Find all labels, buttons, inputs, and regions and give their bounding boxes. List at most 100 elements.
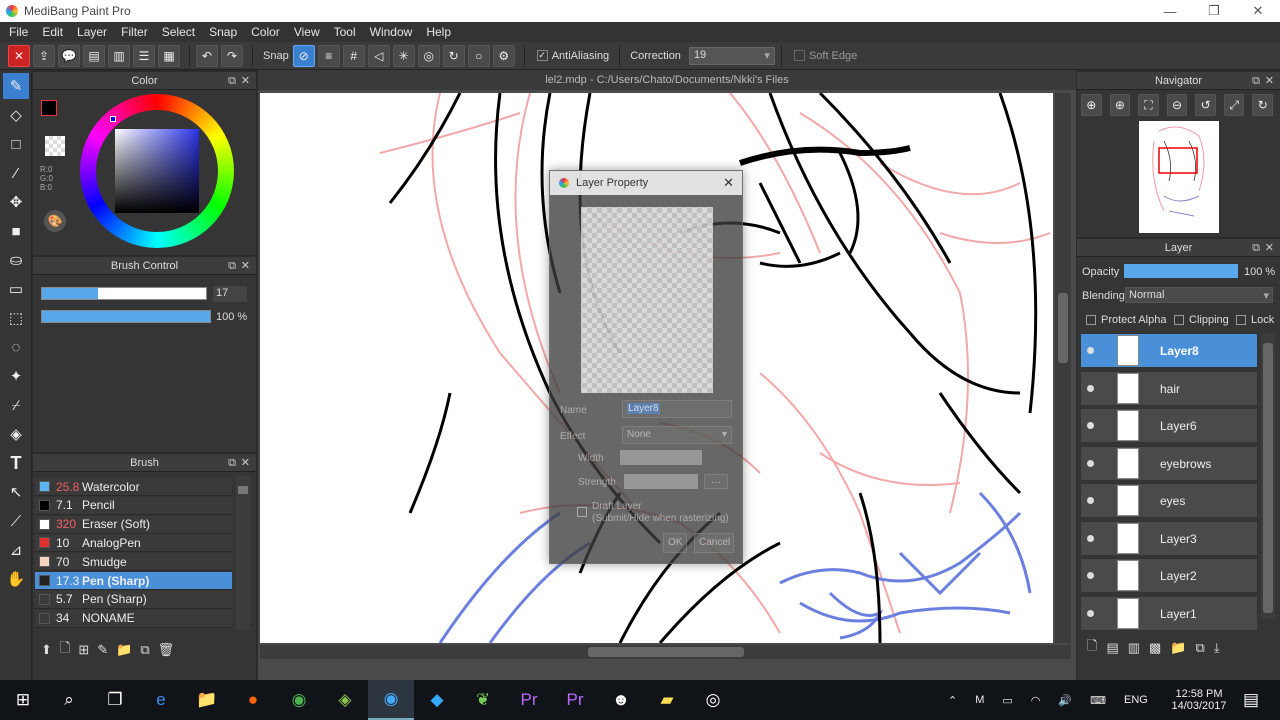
brush-item[interactable]: 70 Smudge	[35, 553, 232, 572]
search-icon[interactable]: ⌕	[46, 680, 92, 720]
chat-icon[interactable]: ▤	[83, 44, 105, 67]
brush-tool-icon[interactable]: ✎	[3, 73, 29, 99]
menu-view[interactable]: View	[287, 25, 327, 39]
zoom-out-icon[interactable]: ⊖	[1166, 94, 1188, 116]
share-icon[interactable]: ⇪	[33, 44, 55, 67]
snap-concentric-icon[interactable]: ◎	[417, 44, 440, 67]
menu-snap[interactable]: Snap	[202, 25, 244, 39]
chrome-icon[interactable]: ◉	[276, 680, 322, 720]
foreground-color[interactable]	[41, 100, 57, 116]
operation-tool-icon[interactable]: ↖	[3, 479, 29, 505]
brush-duplicate-icon[interactable]: ⧉	[140, 642, 149, 658]
canvas-vertical-scrollbar[interactable]	[1055, 93, 1071, 643]
undock-icon[interactable]: ⧉	[1252, 239, 1260, 257]
ok-button[interactable]: OK	[663, 533, 687, 553]
bucket-tool-icon[interactable]: ⛀	[3, 247, 29, 273]
sticky-notes-icon[interactable]: ▰	[644, 680, 690, 720]
brush-item[interactable]: 5.7 Pen (Sharp)	[35, 590, 232, 609]
layer-row[interactable]: Layer1	[1080, 595, 1258, 631]
visibility-icon[interactable]	[1087, 609, 1094, 617]
gradient-tool-icon[interactable]: ▭	[3, 276, 29, 302]
snap-off-icon[interactable]: ⊘	[292, 44, 315, 67]
menu-edit[interactable]: Edit	[35, 25, 70, 39]
blending-select[interactable]: Normal ▾	[1125, 287, 1273, 303]
keyboard-icon[interactable]: ⌨	[1090, 694, 1106, 707]
brush-item[interactable]: 7.1 Pencil	[35, 496, 232, 515]
language-indicator[interactable]: ENG	[1124, 694, 1148, 706]
layer-row[interactable]: Layer8	[1080, 333, 1258, 368]
strength-input[interactable]	[624, 474, 698, 489]
new-layer-icon[interactable]: 🗋	[1087, 637, 1097, 659]
panel-close-icon[interactable]: ✕	[241, 257, 250, 275]
cancel-button[interactable]: Cancel	[694, 533, 734, 553]
menu-file[interactable]: File	[2, 25, 35, 39]
close-doc-icon[interactable]: ✕	[8, 44, 30, 67]
effect-select[interactable]: None ▾	[622, 426, 732, 444]
fit-icon[interactable]: ⛶	[1138, 94, 1159, 116]
brush-item[interactable]: 10 AnalogPen	[35, 534, 232, 553]
new-tone-layer-icon[interactable]: ▩	[1149, 640, 1161, 656]
volume-icon[interactable]: 🔊	[1058, 694, 1072, 707]
canvas-horizontal-scrollbar[interactable]	[260, 645, 1071, 659]
app-icon-cat[interactable]: ☻	[598, 680, 644, 720]
select-pen-tool-icon[interactable]: ⌿	[3, 392, 29, 418]
dot-tool-icon[interactable]: ⁄	[3, 160, 29, 186]
list-icon[interactable]: ☰	[133, 44, 155, 67]
brush-item[interactable]: 34 NONAME	[35, 609, 232, 628]
brush-item[interactable]: 17.3 Pen (Sharp)	[35, 572, 232, 590]
brush-new-icon[interactable]: 🗋	[60, 639, 70, 661]
panel-close-icon[interactable]: ✕	[241, 72, 250, 90]
correction-select[interactable]: 19	[688, 46, 775, 65]
divide-tool-icon[interactable]: ⟋	[3, 508, 29, 534]
clock[interactable]: 12:58 PM 14/03/2017	[1171, 680, 1226, 720]
navigator-viewport[interactable]	[1158, 147, 1198, 174]
edge-icon[interactable]: e	[138, 680, 184, 720]
visibility-icon[interactable]	[1087, 384, 1094, 392]
lasso-tool-icon[interactable]: ◌	[3, 334, 29, 360]
select-eraser-tool-icon[interactable]: ◈	[3, 421, 29, 447]
navigator-thumbnail[interactable]	[1139, 121, 1219, 233]
app-icon-blue[interactable]: ◆	[414, 680, 460, 720]
brush-edit-icon[interactable]: ✎	[97, 642, 108, 658]
undo-icon[interactable]: ↶	[196, 44, 218, 67]
layer-row[interactable]: Layer2	[1080, 558, 1258, 593]
brush-upload-icon[interactable]: ⬆	[41, 642, 52, 658]
grid-icon[interactable]: ▦	[158, 44, 180, 67]
tray-m-icon[interactable]: M	[975, 694, 984, 706]
task-view-icon[interactable]: ❐	[92, 680, 138, 720]
app-icon-green[interactable]: ◈	[322, 680, 368, 720]
menu-help[interactable]: Help	[419, 25, 458, 39]
notifications-icon[interactable]: ▤	[1228, 680, 1274, 720]
snap-settings-icon[interactable]: ⚙	[492, 44, 515, 67]
visibility-icon[interactable]	[1087, 347, 1094, 354]
medibang-icon[interactable]: ◉	[368, 680, 414, 720]
layer-row[interactable]: Layer6	[1080, 408, 1258, 443]
snap-grid-icon[interactable]: #	[342, 44, 365, 67]
menu-color[interactable]: Color	[244, 25, 287, 39]
layer-row[interactable]: eyebrows	[1080, 445, 1258, 481]
layer-row[interactable]: hair	[1080, 370, 1258, 406]
layer-folder-icon[interactable]: 📁	[1170, 640, 1186, 656]
panel-close-icon[interactable]: ✕	[1265, 72, 1274, 90]
width-input[interactable]	[620, 450, 702, 465]
layer-opacity-slider[interactable]	[1124, 264, 1238, 278]
brush-list-scrollbar[interactable]	[236, 476, 250, 630]
layer-name-input[interactable]: Layer8	[622, 400, 732, 418]
merge-layer-icon[interactable]: ⤓	[1214, 640, 1220, 656]
magic-wand-tool-icon[interactable]: ✦	[3, 363, 29, 389]
wifi-icon[interactable]: ◠	[1031, 694, 1041, 707]
menu-filter[interactable]: Filter	[114, 25, 155, 39]
brush-opacity-slider[interactable]	[41, 310, 211, 323]
firefox-icon[interactable]: ●	[230, 680, 276, 720]
shape-tool-icon[interactable]: □	[3, 131, 29, 157]
premiere-icon[interactable]: Pr	[506, 680, 552, 720]
lock-checkbox[interactable]	[1236, 315, 1246, 325]
palette-icon[interactable]: 🎨	[44, 210, 66, 232]
soft-edge-checkbox[interactable]	[793, 50, 805, 61]
reset-view-icon[interactable]: ⤢	[1223, 94, 1245, 116]
brush-size-slider[interactable]	[41, 287, 207, 300]
document-tab[interactable]: lel2.mdp - C:/Users/Chato/Documents/Nkki…	[258, 70, 1076, 90]
minimize-button[interactable]: —	[1148, 0, 1192, 22]
hue-marker[interactable]	[110, 116, 116, 122]
visibility-icon[interactable]	[1087, 534, 1094, 542]
